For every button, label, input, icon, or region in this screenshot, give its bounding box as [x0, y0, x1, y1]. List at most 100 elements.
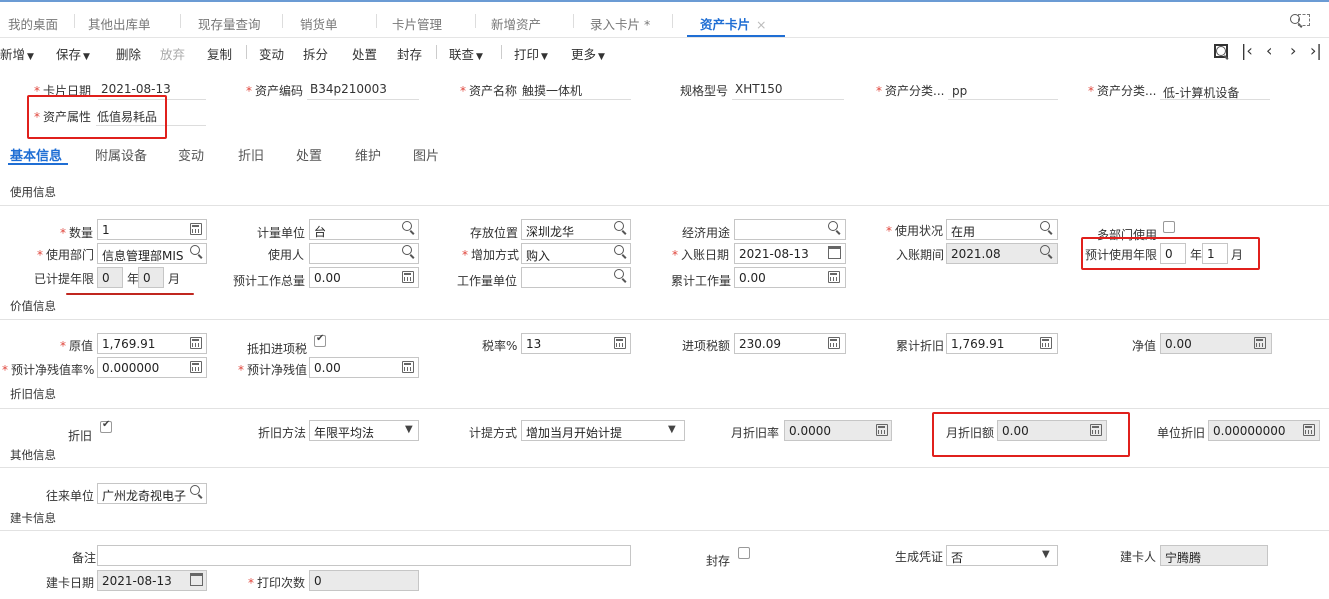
search-icon[interactable]	[402, 221, 415, 234]
calculator-icon[interactable]	[614, 337, 626, 349]
tab-divider	[573, 14, 574, 28]
calculator-icon[interactable]	[828, 337, 840, 349]
calculator-icon[interactable]	[876, 424, 888, 436]
field-underline	[1160, 99, 1270, 100]
subtab-basic-info[interactable]: 基本信息	[10, 145, 62, 164]
asset-name-field[interactable]: 触摸一体机	[522, 82, 582, 99]
last-record-icon[interactable]: ›|	[1310, 41, 1322, 60]
tab-other-outbound[interactable]: 其他出库单	[88, 14, 151, 33]
calculator-icon[interactable]	[190, 337, 202, 349]
calendar-icon[interactable]	[190, 573, 203, 586]
add-button[interactable]: 新增 ▼	[0, 44, 34, 63]
highlight-box	[27, 95, 167, 139]
section-divider	[0, 408, 1329, 409]
tab-sales-order[interactable]: 销货单	[300, 14, 338, 33]
accrued-months-input[interactable]: 0	[138, 267, 164, 288]
search-icon[interactable]	[1040, 245, 1053, 258]
multidept-checkbox[interactable]	[1163, 221, 1175, 233]
search-icon[interactable]	[828, 221, 841, 234]
tab-enter-card[interactable]: 录入卡片 *	[590, 14, 650, 33]
deduct-checkbox[interactable]	[314, 333, 326, 347]
search-icon[interactable]	[190, 245, 203, 258]
delete-button[interactable]: 删除	[116, 44, 141, 63]
tab-new-asset[interactable]: 新增资产	[491, 14, 541, 33]
close-icon[interactable]: ×	[756, 17, 766, 32]
tab-divider	[282, 14, 283, 28]
tab-divider	[74, 14, 75, 28]
section-divider	[0, 205, 1329, 206]
prev-record-icon[interactable]: ‹	[1266, 41, 1272, 60]
change-button[interactable]: 变动	[259, 44, 284, 63]
copy-button[interactable]: 复制	[207, 44, 232, 63]
accrued-years-input[interactable]: 0	[97, 267, 123, 288]
salvage-label: * 预计净残值	[238, 363, 308, 377]
linked-query-label: 联查	[449, 47, 475, 62]
remark-label: 备注	[72, 551, 97, 565]
dispose-button[interactable]: 处置	[352, 44, 377, 63]
search-icon[interactable]	[1040, 221, 1053, 234]
split-button[interactable]: 拆分	[303, 44, 328, 63]
toolbar-divider	[246, 45, 247, 59]
section-title-usage: 使用信息	[10, 185, 56, 199]
spec-field[interactable]: XHT150	[735, 82, 782, 96]
calculator-icon[interactable]	[190, 223, 202, 235]
asset-code-field[interactable]: B34p210003	[310, 82, 387, 96]
subtab-attached-equipment[interactable]: 附属设备	[95, 145, 147, 164]
field-underline	[732, 99, 844, 100]
dep-checkbox[interactable]	[100, 419, 112, 433]
active-subtab-indicator	[8, 163, 68, 165]
preview-icon[interactable]	[1214, 44, 1228, 58]
calculator-icon[interactable]	[1254, 337, 1266, 349]
chevron-down-icon: ▼	[405, 424, 413, 435]
active-tab-indicator	[687, 35, 785, 37]
print-count-input[interactable]: 0	[309, 570, 419, 591]
calculator-icon[interactable]	[828, 271, 840, 283]
subtab-depreciation[interactable]: 折旧	[238, 145, 264, 164]
calculator-icon[interactable]	[402, 271, 414, 283]
discard-button[interactable]: 放弃	[160, 44, 185, 63]
salvage-rate-label: * 预计净残值率%	[2, 363, 95, 377]
tab-card-management[interactable]: 卡片管理	[392, 14, 442, 33]
accrual-select[interactable]: 增加当月开始计提	[521, 420, 685, 441]
card-date-field[interactable]: 2021-08-13	[101, 82, 171, 96]
seal-checkbox[interactable]	[738, 547, 750, 559]
subtab-maintenance[interactable]: 维护	[355, 145, 381, 164]
chevron-down-icon: ▼	[476, 52, 483, 62]
subtab-change[interactable]: 变动	[178, 145, 204, 164]
print-button[interactable]: 打印 ▼	[514, 44, 548, 63]
search-icon[interactable]	[614, 221, 627, 234]
next-record-icon[interactable]: ›	[1290, 41, 1296, 60]
subtab-disposal[interactable]: 处置	[296, 145, 322, 164]
category1-label: * 资产分类...	[876, 84, 945, 98]
more-button[interactable]: 更多 ▼	[571, 44, 605, 63]
tab-divider	[376, 14, 377, 28]
save-button[interactable]: 保存 ▼	[56, 44, 90, 63]
search-icon[interactable]	[614, 245, 627, 258]
tab-stock-query[interactable]: 现存量查询	[198, 14, 261, 33]
tab-divider	[475, 14, 476, 28]
search-icon[interactable]	[402, 245, 415, 258]
calculator-icon[interactable]	[1303, 424, 1315, 436]
toolbar-divider	[436, 45, 437, 59]
search-icon[interactable]	[190, 485, 203, 498]
subtab-images[interactable]: 图片	[413, 145, 439, 164]
seal-button[interactable]: 封存	[397, 44, 422, 63]
fullscreen-icon[interactable]	[1298, 14, 1310, 26]
category1-field[interactable]: pp	[952, 84, 967, 98]
search-icon[interactable]	[614, 269, 627, 282]
calendar-icon[interactable]	[828, 246, 841, 259]
first-record-icon[interactable]: |‹	[1241, 41, 1253, 60]
remark-input[interactable]	[97, 545, 631, 566]
calculator-icon[interactable]	[190, 361, 202, 373]
calculator-icon[interactable]	[402, 361, 414, 373]
net-label: 净值	[1132, 339, 1157, 353]
dept-label: * 使用部门	[37, 248, 95, 262]
calculator-icon[interactable]	[1040, 337, 1052, 349]
tab-my-desktop[interactable]: 我的桌面	[8, 14, 58, 33]
chevron-down-icon: ▼	[541, 52, 548, 62]
est-workload-label: 预计工作总量	[233, 274, 306, 288]
linked-query-button[interactable]: 联查 ▼	[449, 44, 483, 63]
builder-input[interactable]: 宁腾腾	[1160, 545, 1268, 566]
method-select[interactable]: 年限平均法	[309, 420, 419, 441]
tab-asset-card[interactable]: 资产卡片 ×	[700, 14, 767, 33]
